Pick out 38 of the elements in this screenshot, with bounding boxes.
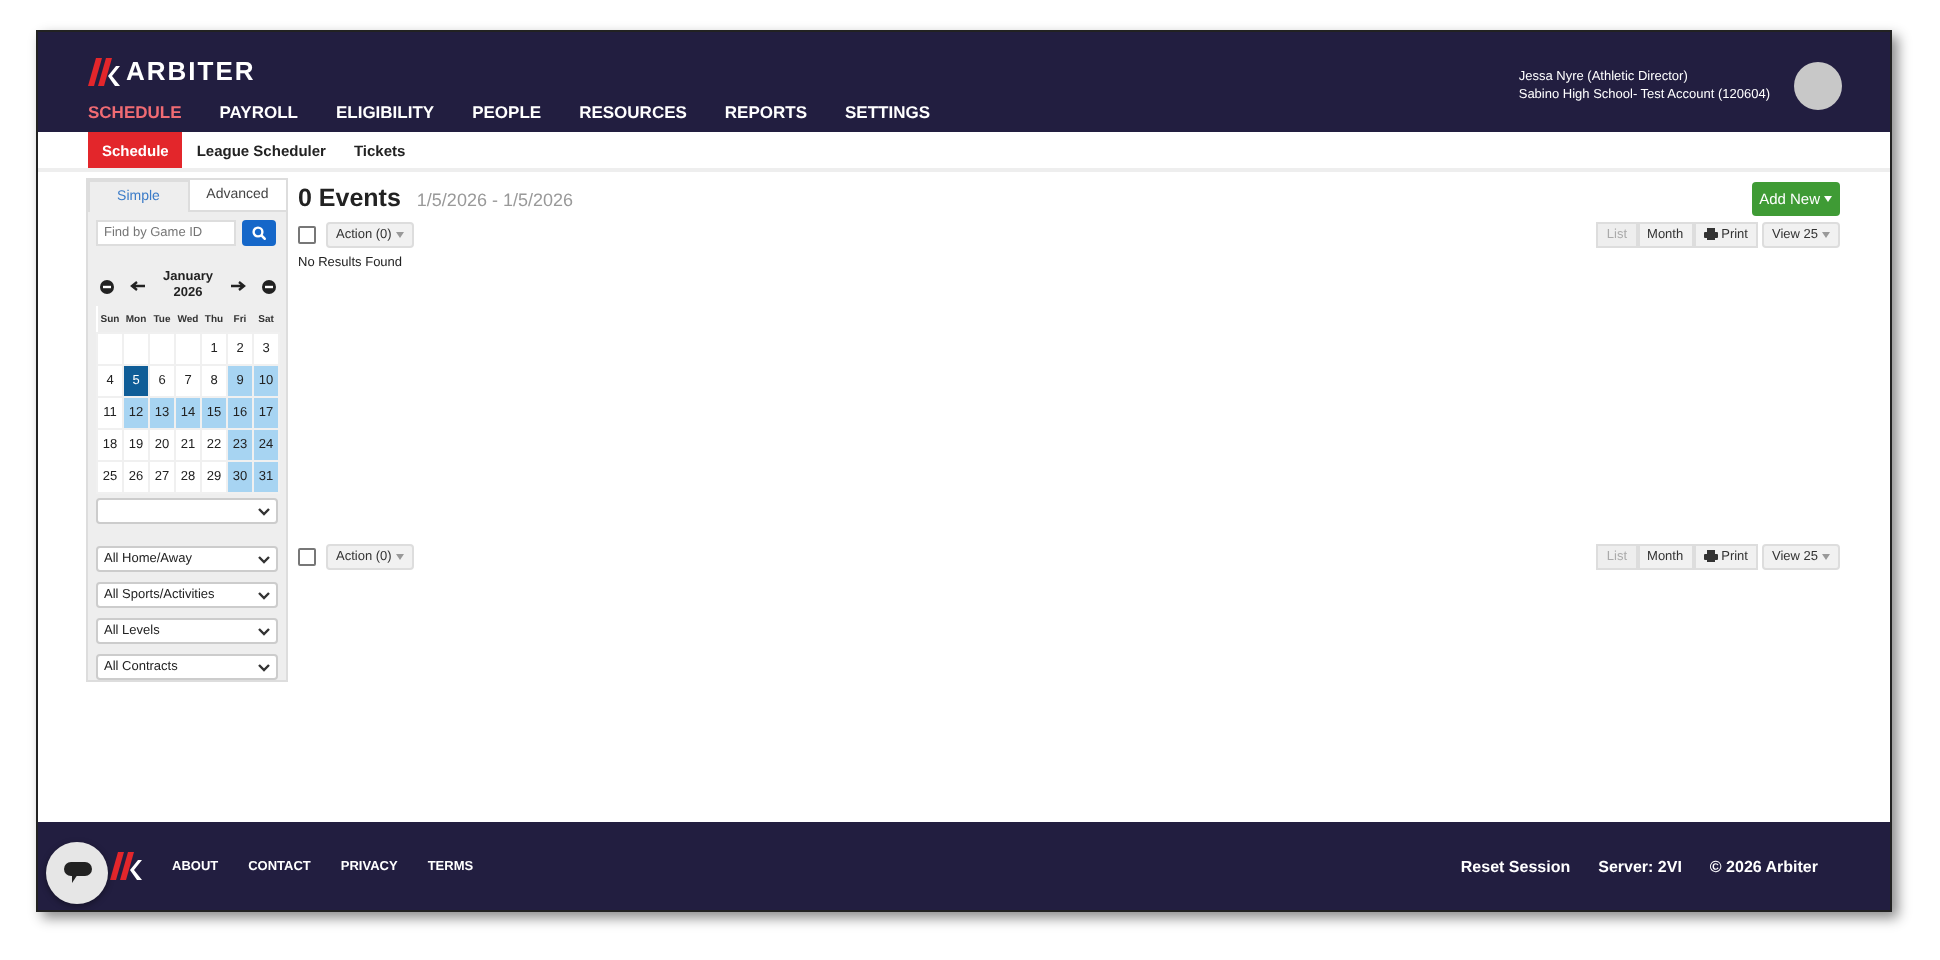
right-arrow-icon[interactable]	[229, 280, 246, 292]
chevron-down-icon	[258, 627, 270, 635]
reset-session-link[interactable]: Reset Session	[1460, 857, 1571, 875]
logo-icon	[88, 57, 120, 85]
avatar[interactable]	[1794, 61, 1842, 109]
copyright-text: © 2026 Arbiter	[1709, 857, 1818, 875]
search-icon	[252, 226, 266, 240]
nav-link[interactable]: PEOPLE	[472, 102, 542, 122]
caret-icon	[1824, 195, 1832, 201]
server-label: Server: 2VI	[1598, 857, 1682, 875]
events-title: 0 Events	[298, 184, 401, 212]
nav-link[interactable]: RESOURCES	[579, 102, 687, 122]
caret-icon	[1822, 553, 1830, 559]
printer-icon	[1703, 228, 1718, 240]
printer-icon	[1703, 550, 1718, 562]
nav-link[interactable]: SETTINGS	[845, 102, 931, 122]
select-all-checkbox[interactable]	[298, 547, 316, 565]
previous-year-icon[interactable]	[100, 279, 114, 293]
caret-icon	[1822, 231, 1830, 237]
nav-link[interactable]: ELIGIBILITY	[335, 102, 435, 122]
caret-icon	[395, 231, 404, 237]
date-range: 1/5/2026 - 1/5/2026	[416, 190, 573, 210]
nav-link[interactable]: PAYROLL	[219, 102, 298, 122]
chat-bubble-icon	[63, 862, 91, 884]
select-all-checkbox[interactable]	[298, 225, 316, 243]
chevron-down-icon	[258, 507, 270, 515]
nav-link[interactable]: SCHEDULE	[88, 102, 182, 122]
next-year-icon[interactable]	[262, 279, 276, 293]
search-button[interactable]	[242, 220, 276, 246]
left-arrow-icon[interactable]	[130, 280, 147, 292]
caret-icon	[395, 553, 404, 559]
logo-icon	[110, 852, 142, 880]
chat-button[interactable]	[46, 842, 108, 904]
nav-link[interactable]: REPORTS	[724, 102, 808, 122]
brand-name: ARBITER	[126, 56, 256, 86]
chevron-down-icon	[258, 663, 270, 671]
chevron-down-icon	[258, 555, 270, 563]
chevron-down-icon	[258, 591, 270, 599]
